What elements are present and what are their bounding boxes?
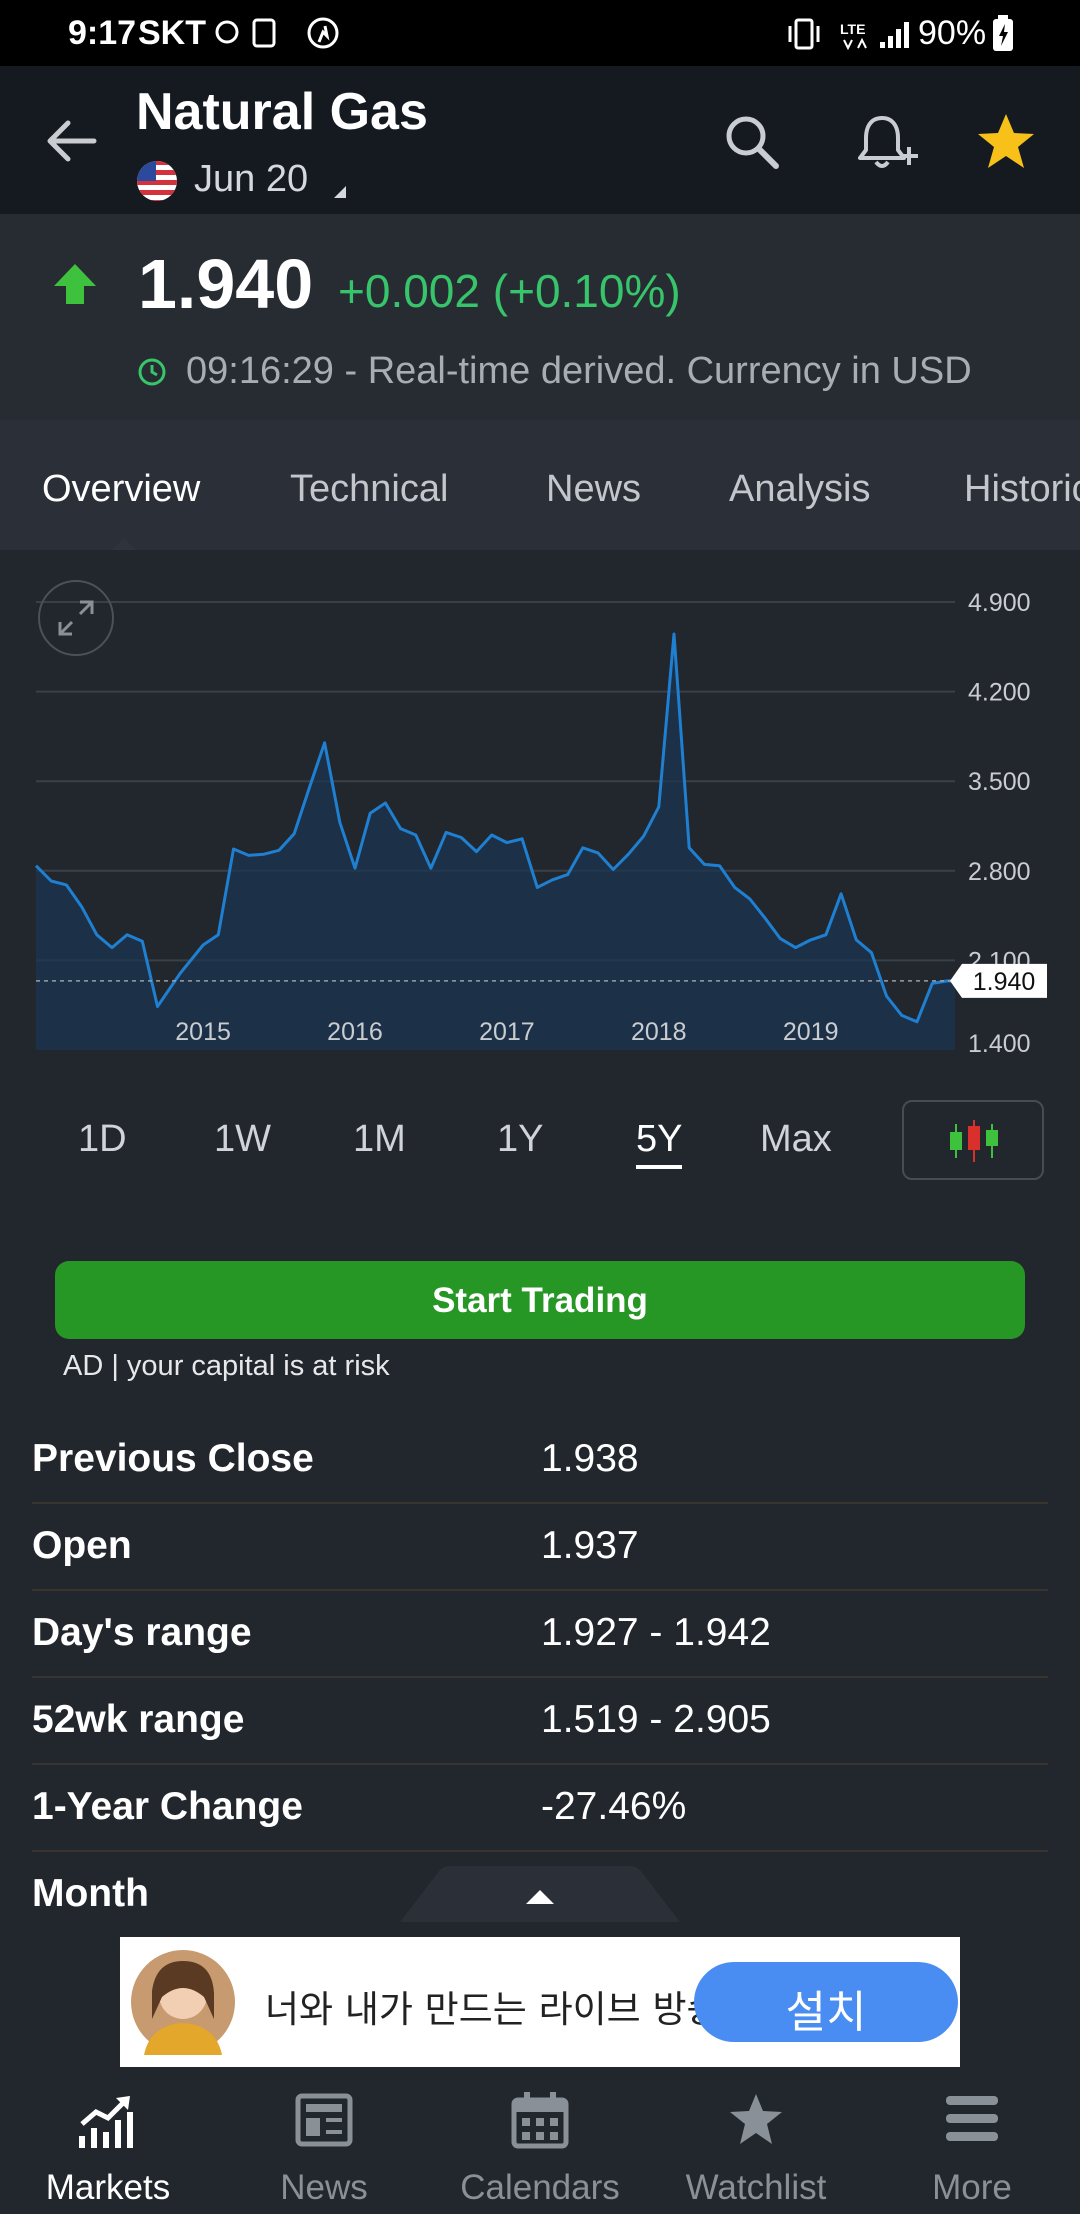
markets-icon — [79, 2096, 133, 2148]
range-1d[interactable]: 1D — [78, 1118, 127, 1161]
active-tab-indicator — [112, 538, 136, 550]
star-icon — [730, 2094, 782, 2144]
realtime-note: 09:16:29 - Real-time derived. Currency i… — [186, 350, 972, 392]
dropdown-triangle-icon[interactable] — [330, 182, 350, 202]
range-1m[interactable]: 1M — [353, 1118, 406, 1161]
ad-banner: 너와 내가 만드는 라이브 방송 설치 — [0, 1922, 1080, 2072]
fullscreen-button[interactable] — [38, 580, 114, 656]
app-header: Natural Gas Jun 20 — [0, 66, 1080, 214]
svg-text:LTE: LTE — [840, 21, 865, 37]
stat-row-52wk-range: 52wk range 1.519 - 2.905 — [32, 1676, 1048, 1765]
add-alert-icon[interactable] — [854, 110, 920, 174]
stat-value: 1.938 — [541, 1437, 639, 1480]
nav-label: News — [280, 2168, 368, 2207]
ad-headline: 너와 내가 만드는 라이브 방송 — [265, 1988, 721, 2031]
instrument-title: Natural Gas — [136, 83, 428, 141]
nav-calendars[interactable]: Calendars — [432, 2072, 648, 2214]
range-5y[interactable]: 5Y — [636, 1118, 683, 1169]
tab-historical-data[interactable]: Historical Data — [964, 468, 1080, 511]
y-tick-label: 3.500 — [968, 768, 1031, 796]
price-change: +0.002 (+0.10%) — [338, 265, 681, 317]
x-tick-label: 2018 — [631, 1018, 687, 1046]
status-time: 9:17 — [68, 14, 137, 52]
y-tick-label: 2.800 — [968, 858, 1031, 886]
x-tick-label: 2017 — [479, 1018, 535, 1046]
nav-more[interactable]: More — [864, 2072, 1080, 2214]
tab-bar: Overview Technical News Analysis Histori… — [0, 420, 1080, 550]
status-carrier: SKT — [138, 14, 206, 52]
stat-row-open: Open 1.937 — [32, 1502, 1048, 1591]
start-trading-label: Start Trading — [432, 1281, 648, 1320]
ad-disclaimer: AD | your capital is at risk — [63, 1350, 390, 1382]
stat-value: 1.519 - 2.905 — [541, 1698, 771, 1741]
us-flag-icon — [137, 161, 177, 201]
nav-label: More — [932, 2168, 1012, 2207]
stat-label: Previous Close — [32, 1437, 314, 1480]
stat-row-days-range: Day's range 1.927 - 1.942 — [32, 1589, 1048, 1678]
stat-label: Month — [32, 1872, 149, 1915]
expand-icon — [58, 600, 94, 636]
nav-watchlist[interactable]: Watchlist — [648, 2072, 864, 2214]
contract-label: Jun 20 — [194, 158, 309, 200]
bottom-nav: Markets News Calendars Watchlist More — [0, 2072, 1080, 2214]
x-tick-label: 2019 — [783, 1018, 839, 1046]
nav-label: Calendars — [460, 2168, 620, 2207]
stat-label: 52wk range — [32, 1698, 245, 1741]
battery-percent: 90% — [918, 14, 987, 52]
up-arrow-icon — [54, 264, 96, 304]
x-tick-label: 2015 — [175, 1018, 231, 1046]
nav-label: Watchlist — [685, 2168, 827, 2207]
tab-analysis[interactable]: Analysis — [729, 468, 871, 511]
y-tick-label: 4.200 — [968, 679, 1031, 707]
stat-value: 1.937 — [541, 1524, 639, 1567]
ad-card[interactable]: 너와 내가 만드는 라이브 방송 설치 — [120, 1937, 960, 2067]
calendar-icon — [511, 2092, 569, 2149]
price-area — [36, 634, 955, 1050]
stat-value: 1.927 - 1.942 — [541, 1611, 771, 1654]
ad-avatar — [131, 1950, 235, 2055]
stat-label: Open — [32, 1524, 132, 1567]
ad-install-button[interactable]: 설치 — [694, 1962, 958, 2042]
clock-icon — [138, 358, 166, 386]
tab-news[interactable]: News — [546, 468, 641, 511]
nav-markets[interactable]: Markets — [0, 2072, 216, 2214]
nav-label: Markets — [45, 2168, 171, 2207]
range-1w[interactable]: 1W — [214, 1118, 271, 1161]
start-trading-button[interactable]: Start Trading — [55, 1261, 1025, 1339]
quote-panel: 1.940 +0.002 (+0.10%) 09:16:29 - Real-ti… — [0, 214, 1080, 420]
news-icon — [295, 2093, 353, 2147]
range-max[interactable]: Max — [760, 1118, 832, 1161]
y-tick-label: 4.900 — [968, 589, 1031, 617]
y-tick-label: 1.400 — [968, 1030, 1031, 1058]
tab-technical[interactable]: Technical — [290, 468, 448, 511]
ad-install-label: 설치 — [785, 1987, 867, 2038]
contract-selector[interactable]: Jun 20 — [194, 158, 308, 201]
chart-type-button[interactable] — [902, 1100, 1044, 1180]
menu-icon — [946, 2096, 998, 2141]
search-icon[interactable] — [722, 112, 782, 172]
nav-news[interactable]: News — [216, 2072, 432, 2214]
stat-value: -27.46% — [541, 1785, 687, 1828]
price-chart[interactable]: 4.900 4.200 3.500 2.800 2.100 1.400 2015 2016 20… — [0, 550, 1080, 1070]
last-price: 1.940 — [138, 245, 314, 323]
battery-icon — [993, 15, 1013, 51]
price-chart-svg: 4.9004.2003.5002.8002.1001.4002015 2016 20… — [34, 589, 1047, 1058]
stat-row-previous-close: Previous Close 1.938 — [32, 1415, 1048, 1504]
activity-icon — [307, 17, 339, 49]
current-price-label: 1.940 — [973, 968, 1036, 996]
star-favorite-icon[interactable] — [974, 110, 1038, 172]
stat-label: 1-Year Change — [32, 1785, 303, 1828]
back-arrow-icon[interactable] — [42, 116, 102, 166]
status-bar: 9:17 SKT LTE 90% — [0, 0, 1080, 66]
range-1y[interactable]: 1Y — [497, 1118, 543, 1161]
stat-label: Day's range — [32, 1611, 252, 1654]
tab-overview[interactable]: Overview — [42, 468, 200, 511]
candlestick-icon — [950, 1120, 998, 1162]
range-selector: 1D 1W 1M 1Y 5Y Max — [0, 1090, 1080, 1190]
expand-panel-handle[interactable] — [400, 1866, 680, 1922]
stat-row-1-year-change: 1-Year Change -27.46% — [32, 1763, 1048, 1852]
x-tick-label: 2016 — [327, 1018, 383, 1046]
notification-icons — [215, 18, 276, 48]
